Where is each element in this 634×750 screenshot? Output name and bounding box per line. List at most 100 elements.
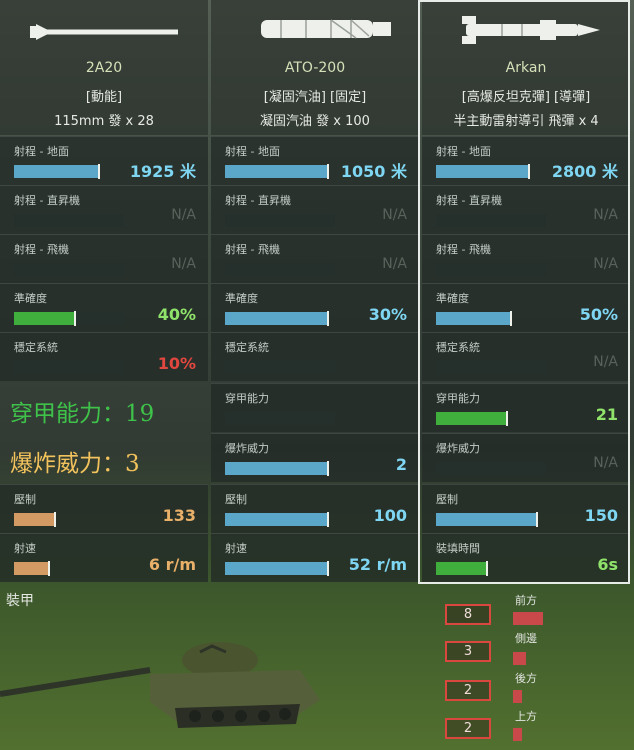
stat-label: 射程 - 直昇機 xyxy=(436,194,502,207)
stat-range-plane: 射程 - 飛機 N/A xyxy=(422,234,630,283)
stat-explosive: 爆炸威力 N/A xyxy=(422,433,630,482)
weapon-name: ATO-200 xyxy=(284,60,346,76)
stat-penetration: 穿甲能力 xyxy=(211,383,419,432)
stat-bar xyxy=(225,412,335,425)
stat-label: 穩定系統 xyxy=(436,341,480,354)
stat-stabilizer: 穩定系統 xyxy=(211,332,419,381)
stat-label: 射程 - 飛機 xyxy=(14,243,69,256)
stat-stabilizer: 穩定系統 10% xyxy=(0,332,208,381)
stat-value: 21 xyxy=(595,405,618,424)
stat-value: 2800 米 xyxy=(551,162,618,181)
stat-fill xyxy=(436,311,512,326)
stat-label: 射程 - 地面 xyxy=(14,145,69,158)
stat-bar xyxy=(436,214,546,227)
stat-bar xyxy=(436,411,508,426)
stat-value: 1925 米 xyxy=(129,162,196,181)
stat-label: 裝填時間 xyxy=(436,542,480,555)
stat-value: 6 r/m xyxy=(148,555,196,574)
weapon-type: [高爆反坦克彈] [導彈] xyxy=(461,90,591,105)
armor-side-label: 側邊 xyxy=(515,632,537,645)
stat-range-ground: 射程 - 地面 1050 米 xyxy=(211,136,419,185)
tank-model-icon xyxy=(0,642,320,728)
stat-label: 爆炸威力 xyxy=(436,442,480,455)
stat-label: 射程 - 直昇機 xyxy=(225,194,291,207)
stat-fill xyxy=(14,311,76,326)
stat-value: 2 xyxy=(395,455,407,474)
weapon-type: [動能] xyxy=(85,90,123,105)
cannon-shell-icon xyxy=(30,24,178,40)
stat-rate: 射速 52 r/m xyxy=(211,533,419,582)
stat-reload: 裝填時間 6s xyxy=(422,533,630,582)
armor-top-label: 上方 xyxy=(515,710,537,723)
stat-bar xyxy=(225,263,335,276)
stat-label: 壓制 xyxy=(14,493,36,506)
stat-fill xyxy=(225,561,329,576)
armor-title: 裝甲 xyxy=(6,593,34,609)
stat-fill xyxy=(225,164,329,179)
weapon-header: Arkan [高爆反坦克彈] [導彈] 半主動雷射導引 飛彈 x 4 xyxy=(422,0,630,135)
stat-range-ground: 射程 - 地面 1925 米 xyxy=(0,136,208,185)
armor-rear-value: 2 xyxy=(445,680,491,701)
stat-range-heli: 射程 - 直昇機 N/A xyxy=(0,185,208,234)
flamethrower-icon xyxy=(261,19,391,39)
stat-bar xyxy=(225,461,329,476)
penetration-label: 穿甲能力： xyxy=(10,401,125,427)
weapon-card-2a20[interactable]: 2A20 [動能] 115mm 發 x 28 射程 - 地面 1925 米 射程… xyxy=(0,0,208,582)
weapon-ammo: 凝固汽油 發 x 100 xyxy=(260,114,370,129)
stat-label: 射速 xyxy=(225,542,247,555)
armor-top-value: 2 xyxy=(445,718,491,739)
armor-rear-label: 後方 xyxy=(515,672,537,685)
stat-suppression: 壓制 133 xyxy=(0,484,208,533)
weapon-card-arkan[interactable]: Arkan [高爆反坦克彈] [導彈] 半主動雷射導引 飛彈 x 4 射程 - … xyxy=(422,0,630,582)
stat-label: 壓制 xyxy=(436,493,458,506)
stat-explosive: 爆炸威力 2 xyxy=(211,433,419,482)
stat-bar xyxy=(14,361,124,374)
armor-side-value: 3 xyxy=(445,641,491,662)
stat-value: 40% xyxy=(157,305,196,324)
armor-rear-bar xyxy=(513,690,522,703)
stat-value: 150 xyxy=(584,506,618,525)
stat-label: 穩定系統 xyxy=(14,341,58,354)
stat-value: 1050 米 xyxy=(340,162,407,181)
penetration-highlight: 穿甲能力：19 xyxy=(10,394,154,428)
stat-bar xyxy=(436,263,546,276)
weapon-card-ato200[interactable]: ATO-200 [凝固汽油] [固定] 凝固汽油 發 x 100 射程 - 地面… xyxy=(211,0,419,582)
weapon-name: 2A20 xyxy=(85,60,123,76)
explosive-value: 3 xyxy=(125,451,140,477)
stat-label: 射速 xyxy=(14,542,36,555)
weapon-name: Arkan xyxy=(505,60,547,76)
stat-bar xyxy=(436,462,546,475)
stat-label: 準確度 xyxy=(436,292,469,305)
armor-side-bar xyxy=(513,652,526,665)
stat-bar xyxy=(436,311,512,326)
stat-range-heli: 射程 - 直昇機 N/A xyxy=(422,185,630,234)
stat-value: N/A xyxy=(593,207,618,223)
stat-accuracy: 準確度 40% xyxy=(0,283,208,332)
armor-front-bar xyxy=(513,612,543,625)
stat-accuracy: 準確度 50% xyxy=(422,283,630,332)
stat-accuracy: 準確度 30% xyxy=(211,283,419,332)
stat-label: 射程 - 飛機 xyxy=(436,243,491,256)
weapon-header: 2A20 [動能] 115mm 發 x 28 xyxy=(0,0,208,135)
stat-bar xyxy=(14,311,124,326)
stat-value: N/A xyxy=(593,256,618,272)
armor-panel: 裝甲 8 前方 3 側邊 2 後方 2 上方 xyxy=(0,584,634,750)
stat-fill xyxy=(436,411,508,426)
stat-value: N/A xyxy=(171,256,196,272)
stat-suppression: 壓制 150 xyxy=(422,484,630,533)
stat-value: 10% xyxy=(157,354,196,373)
weapon-header: ATO-200 [凝固汽油] [固定] 凝固汽油 發 x 100 xyxy=(211,0,419,135)
stat-fill xyxy=(14,512,56,527)
armor-top-bar xyxy=(513,728,522,741)
stat-value: 133 xyxy=(162,506,196,525)
stat-stabilizer: 穩定系統 N/A xyxy=(422,332,630,381)
stat-bar xyxy=(225,561,329,576)
explosive-label: 爆炸威力： xyxy=(10,451,125,477)
stat-bar xyxy=(14,164,100,179)
stat-bar xyxy=(225,512,329,527)
stat-bar xyxy=(14,561,50,576)
stat-fill xyxy=(436,164,530,179)
stat-value: N/A xyxy=(593,354,618,370)
stat-value: N/A xyxy=(171,207,196,223)
stat-label: 射程 - 直昇機 xyxy=(14,194,80,207)
